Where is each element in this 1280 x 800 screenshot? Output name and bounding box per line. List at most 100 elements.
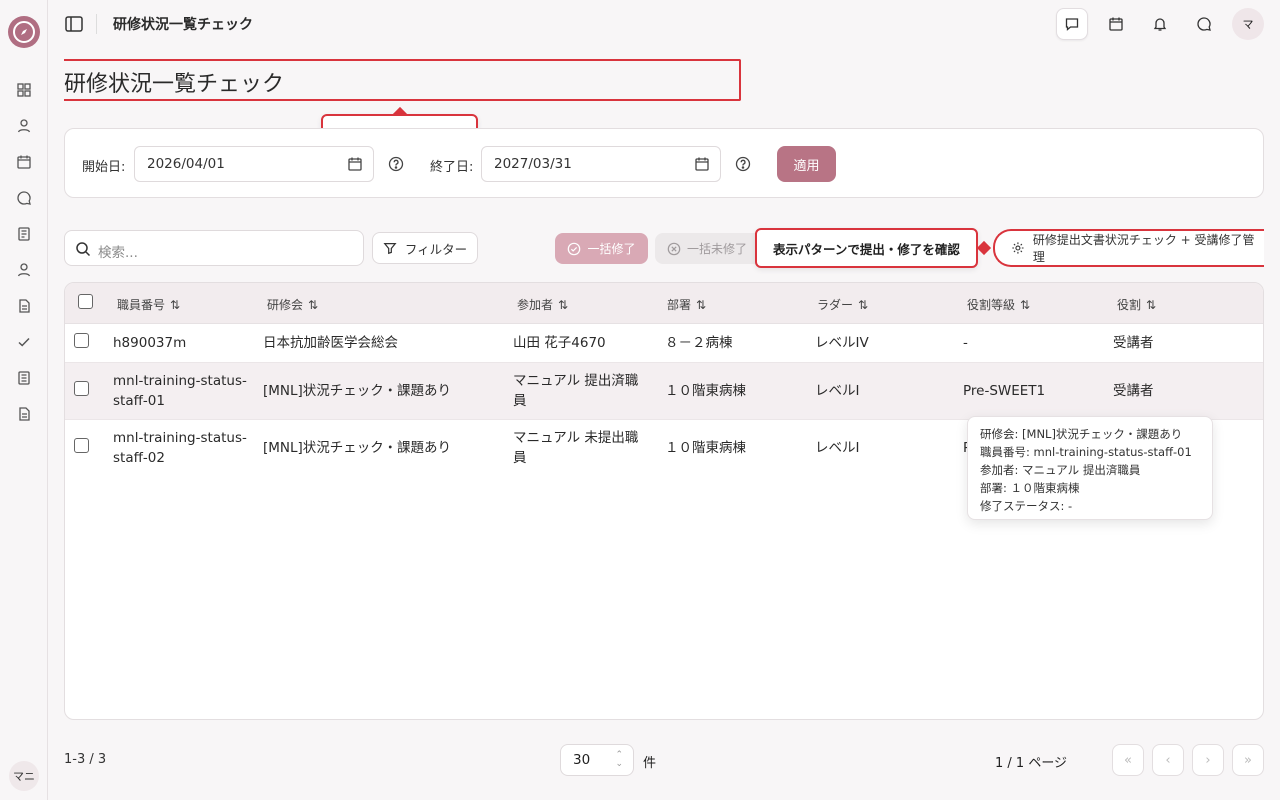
row-tooltip: 研修会: [MNL]状況チェック・課題あり 職員番号: mnl-training… xyxy=(967,416,1213,520)
column-label: 研修会 xyxy=(267,298,304,312)
bell-icon[interactable] xyxy=(1144,8,1176,40)
sidebar-toggle-icon[interactable] xyxy=(64,14,84,34)
chevron-left-icon: ‹ xyxy=(1165,752,1171,768)
x-circle-icon xyxy=(667,242,681,255)
sort-icon: ⇅ xyxy=(696,297,707,312)
end-date-value: 2027/03/31 xyxy=(494,156,572,172)
cell-staff-no: mnl-training-status-staff-02 xyxy=(113,430,247,466)
cell-dept: ８－２病棟 xyxy=(665,335,733,351)
page-title: 研修状況一覧チェック xyxy=(64,72,285,97)
notebook-icon[interactable] xyxy=(14,224,34,244)
message-icon[interactable] xyxy=(1056,8,1088,40)
column-header[interactable]: 役割等級 ⇅ xyxy=(967,296,1030,313)
chat-icon[interactable] xyxy=(14,188,34,208)
chat-icon[interactable] xyxy=(1188,8,1220,40)
sort-icon: ⇅ xyxy=(858,297,869,312)
cell-staff-no: h890037m xyxy=(113,335,187,351)
sort-icon: ⇅ xyxy=(1020,297,1031,312)
stepper-icon: ⌃ ⌄ xyxy=(615,750,623,769)
row-checkbox[interactable] xyxy=(74,333,89,348)
pattern-callout: 表示パターンで提出・修了を確認 xyxy=(755,228,978,268)
bulk-complete-button[interactable]: 一括修了 xyxy=(555,233,648,264)
document-status-button[interactable]: 研修提出文書状況チェック + 受講修了管理 xyxy=(993,229,1264,267)
calendar-icon[interactable] xyxy=(347,156,363,172)
calendar-icon[interactable] xyxy=(694,156,710,172)
table-row[interactable]: mnl-training-status-staff-01 [MNL]状況チェック… xyxy=(65,363,1263,420)
dashboard-icon[interactable] xyxy=(14,80,34,100)
tooltip-line: 職員番号: mnl-training-status-staff-01 xyxy=(980,445,1192,459)
sort-icon: ⇅ xyxy=(1146,297,1157,312)
tooltip-line: 部署: １０階東病棟 xyxy=(980,481,1080,495)
check-icon[interactable] xyxy=(14,332,34,352)
filter-button[interactable]: フィルター xyxy=(372,232,478,264)
breadcrumb: 研修状況一覧チェック xyxy=(113,17,253,33)
column-label: 職員番号 xyxy=(117,298,166,312)
document-status-label: 研修提出文書状況チェック + 受講修了管理 xyxy=(1032,233,1255,264)
cell-ladder: レベルI xyxy=(815,440,860,456)
avatar[interactable]: マ xyxy=(1232,8,1264,40)
cell-participant: 山田 花子4670 xyxy=(513,335,606,351)
cell-grade: Pre-SWEET1 xyxy=(963,383,1046,399)
tooltip-line: 修了ステータス: - xyxy=(980,499,1073,513)
start-date-label: 開始日: xyxy=(82,160,126,175)
column-header[interactable]: 研修会 ⇅ xyxy=(267,296,318,313)
cell-staff-no: mnl-training-status-staff-01 xyxy=(113,373,247,409)
bulk-incomplete-button[interactable]: 一括未修了 xyxy=(655,233,767,264)
column-header[interactable]: 参加者 ⇅ xyxy=(517,296,568,313)
column-header[interactable]: 部署 ⇅ xyxy=(667,296,706,313)
column-header[interactable]: 役割 ⇅ xyxy=(1117,296,1156,313)
select-all-checkbox[interactable] xyxy=(78,294,93,309)
column-header[interactable]: 職員番号 ⇅ xyxy=(117,296,180,313)
help-icon[interactable] xyxy=(388,156,404,172)
start-date-input[interactable]: 2026/04/01 xyxy=(134,146,374,182)
sidebar: マニ xyxy=(0,0,48,800)
cell-course: [MNL]状況チェック・課題あり xyxy=(263,383,452,399)
report-icon[interactable] xyxy=(14,404,34,424)
cell-grade: - xyxy=(963,335,968,351)
next-page-button[interactable]: › xyxy=(1192,744,1224,776)
first-page-button[interactable]: « xyxy=(1112,744,1144,776)
column-header[interactable]: ラダー ⇅ xyxy=(817,296,868,313)
cell-dept: １０階東病棟 xyxy=(665,440,746,456)
profile-icon[interactable] xyxy=(14,260,34,280)
cell-role: 受講者 xyxy=(1113,335,1154,351)
filter-icon xyxy=(383,243,397,255)
table-header: 職員番号 ⇅ 研修会 ⇅ 参加者 ⇅ 部署 ⇅ ラダー ⇅ 役割等級 ⇅ 役割 ⇅ xyxy=(65,283,1263,324)
tooltip-line: 研修会: [MNL]状況チェック・課題あり xyxy=(980,427,1183,441)
topbar: 研修状況一覧チェック マ xyxy=(48,0,1280,48)
apply-button[interactable]: 適用 xyxy=(777,146,836,182)
date-filter-card: 開始日: 2026/04/01 終了日: 2027/03/31 適用 xyxy=(64,128,1264,198)
chevron-right-icon: › xyxy=(1205,752,1211,768)
end-date-input[interactable]: 2027/03/31 xyxy=(481,146,721,182)
check-circle-icon xyxy=(568,242,581,255)
page-size-select[interactable]: 30 ⌃ ⌄ xyxy=(560,744,634,776)
row-checkbox[interactable] xyxy=(74,438,89,453)
column-label: 参加者 xyxy=(517,298,554,312)
help-icon[interactable] xyxy=(735,156,751,172)
double-chevron-right-icon: » xyxy=(1244,752,1252,768)
cell-course: [MNL]状況チェック・課題あり xyxy=(263,440,452,456)
prev-page-button[interactable]: ‹ xyxy=(1152,744,1184,776)
calendar-icon[interactable] xyxy=(14,152,34,172)
sidebar-user-badge[interactable]: マニ xyxy=(9,761,39,791)
table-row[interactable]: h890037m 日本抗加齢医学会総会 山田 花子4670 ８－２病棟 レベルI… xyxy=(65,324,1263,363)
search-input[interactable]: 検索... xyxy=(64,230,364,266)
gear-icon xyxy=(1012,242,1024,254)
cell-dept: １０階東病棟 xyxy=(665,383,746,399)
divider xyxy=(96,14,97,34)
row-checkbox[interactable] xyxy=(74,381,89,396)
bulk-incomplete-label: 一括未修了 xyxy=(687,242,748,256)
compass-icon xyxy=(21,29,27,35)
last-page-button[interactable]: » xyxy=(1232,744,1264,776)
cell-participant: マニュアル 提出済職員 xyxy=(513,373,639,409)
start-date-value: 2026/04/01 xyxy=(147,156,225,172)
filter-label: フィルター xyxy=(404,241,468,257)
column-label: 役割 xyxy=(1117,298,1142,312)
calendar-icon[interactable] xyxy=(1100,8,1132,40)
app-logo[interactable] xyxy=(8,16,40,48)
record-count: 1-3 / 3 xyxy=(64,752,107,767)
list-icon[interactable] xyxy=(14,368,34,388)
document-icon[interactable] xyxy=(14,296,34,316)
sort-icon: ⇅ xyxy=(308,297,319,312)
user-icon[interactable] xyxy=(14,116,34,136)
